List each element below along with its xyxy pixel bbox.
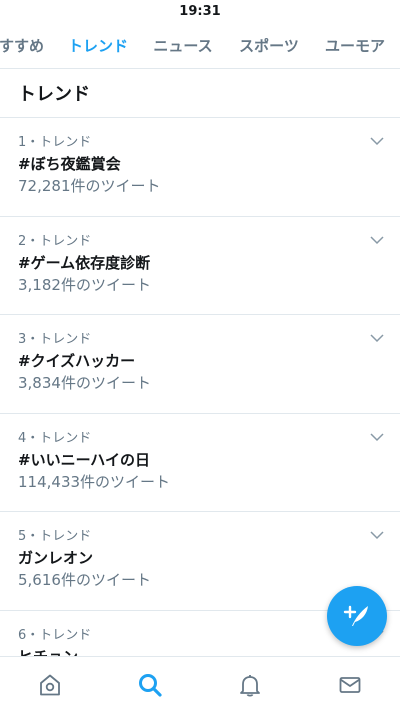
trend-rank: 6・トレンド bbox=[18, 627, 92, 643]
trend-rank: 2・トレンド bbox=[18, 233, 92, 249]
nav-notifications[interactable] bbox=[200, 657, 300, 711]
trend-tweet-count: 114,433件のツイート bbox=[18, 472, 171, 491]
trend-tweet-count: 5,616件のツイート bbox=[18, 571, 151, 589]
trend-list: 1・トレンド #ぼち夜鑑賞会 72,281件のツイート 2・トレンド #ゲーム依… bbox=[0, 118, 400, 656]
trend-name: #ぼち夜鑑賞会 bbox=[18, 155, 121, 173]
section-title: トレンド bbox=[18, 84, 90, 105]
trend-tweet-count: 3,834件のツイート bbox=[18, 374, 151, 392]
status-bar: 19:31 bbox=[0, 0, 400, 22]
chevron-down-icon[interactable] bbox=[370, 432, 384, 442]
trend-name: #ゲーム依存度診断 bbox=[18, 253, 151, 272]
tab-humor[interactable]: ユーモア bbox=[318, 22, 392, 68]
bottom-navigation bbox=[0, 656, 400, 711]
home-icon bbox=[40, 674, 60, 695]
chevron-down-icon[interactable] bbox=[370, 136, 384, 146]
chevron-down-icon[interactable] bbox=[370, 235, 384, 245]
trend-tweet-count: 3,182件のツイート bbox=[18, 275, 151, 294]
trend-item[interactable]: 4・トレンド #いいニーハイの日 114,433件のツイート bbox=[0, 414, 400, 512]
trend-rank: 5・トレンド bbox=[18, 529, 92, 544]
search-icon bbox=[139, 673, 162, 697]
nav-messages[interactable] bbox=[300, 657, 400, 711]
trend-item[interactable]: 1・トレンド #ぼち夜鑑賞会 72,281件のツイート bbox=[0, 118, 400, 217]
tab-trends[interactable]: トレンド bbox=[56, 22, 140, 68]
tab-sports[interactable]: スポーツ bbox=[232, 22, 306, 68]
nav-home[interactable] bbox=[0, 657, 100, 711]
notifications-bell-icon bbox=[240, 674, 260, 697]
compose-tweet-button[interactable] bbox=[327, 586, 387, 646]
trend-name: #いいニーハイの日 bbox=[18, 450, 150, 469]
status-time: 19:31 bbox=[179, 3, 221, 19]
trend-tweet-count: 72,281件のツイート bbox=[18, 177, 161, 195]
trend-item[interactable]: 3・トレンド #クイズハッカー 3,834件のツイート bbox=[0, 315, 400, 414]
tab-bar: おすすめ トレンド ニュース スポーツ ユーモア bbox=[0, 22, 400, 69]
compose-tweet-icon bbox=[343, 605, 368, 626]
trend-rank: 3・トレンド bbox=[18, 332, 92, 347]
chevron-down-icon[interactable] bbox=[370, 333, 384, 343]
nav-search[interactable] bbox=[100, 657, 200, 711]
tab-recommended[interactable]: おすすめ bbox=[0, 22, 44, 68]
messages-envelope-icon bbox=[339, 676, 361, 693]
trend-rank: 1・トレンド bbox=[18, 135, 92, 150]
section-header: トレンド bbox=[0, 69, 400, 118]
trend-name: ガンレオン bbox=[18, 549, 94, 567]
chevron-down-icon[interactable] bbox=[370, 530, 384, 540]
trend-item[interactable]: 2・トレンド #ゲーム依存度診断 3,182件のツイート bbox=[0, 217, 400, 315]
tab-news[interactable]: ニュース bbox=[146, 22, 220, 68]
trend-name: ヒチョン bbox=[18, 646, 382, 657]
trend-name: #クイズハッカー bbox=[18, 352, 136, 370]
trend-rank: 4・トレンド bbox=[18, 430, 92, 446]
